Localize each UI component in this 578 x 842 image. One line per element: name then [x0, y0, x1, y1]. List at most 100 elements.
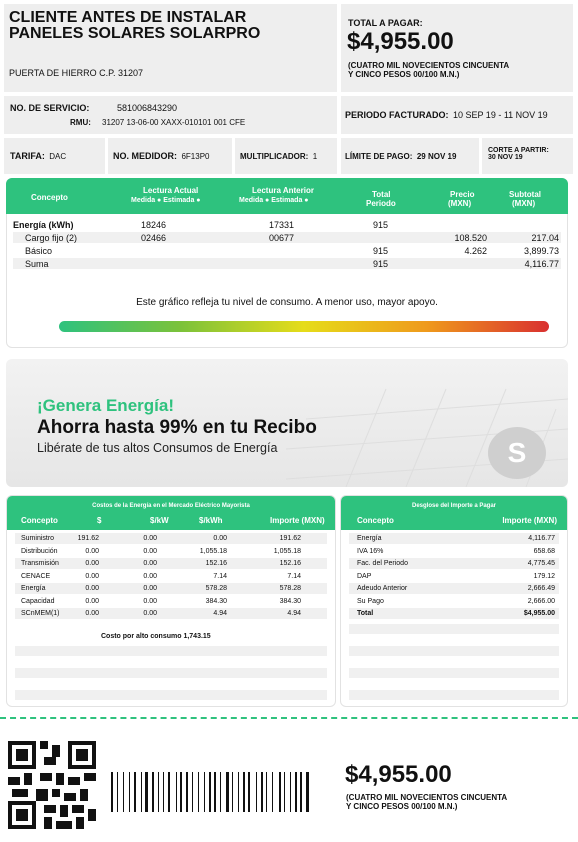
costs-cell: Distribución [21, 547, 58, 555]
breakdown-concept: Total [357, 610, 374, 617]
period-box: PERIODO FACTURADO: 10 SEP 19 - 11 NOV 19 [341, 96, 573, 134]
costs-cell: 152.16 [205, 560, 227, 567]
costs-cell: CENACE [21, 572, 51, 580]
table-row: Suministro 191.62 0.00 0.00 191.62 [15, 533, 327, 544]
col-concepto: Concepto [31, 193, 68, 202]
costs-cell: 0.00 [143, 610, 157, 617]
table-row: Su Pago 2,666.00 [349, 596, 559, 607]
breakdown-title: Desglose del Importe a Pagar [411, 503, 497, 509]
costs-cell: Capacidad [21, 597, 55, 605]
costs-cell: 0.00 [85, 560, 99, 567]
medidor-value: 6F13P0 [181, 151, 210, 161]
costs-cell: 384.30 [205, 597, 227, 605]
row-concept: Cargo fijo (2) [25, 232, 78, 243]
row-concept: Básico [25, 245, 53, 256]
breakdown-col-importe: Importe (MXN) [502, 516, 557, 525]
banner-line-2: Ahorra hasta 99% en tu Recibo [37, 417, 317, 438]
breakdown-col-concepto: Concepto [357, 516, 394, 525]
row-total: 915 [373, 258, 389, 269]
medidor-box: NO. MEDIDOR: 6F13P0 [108, 138, 232, 174]
costs-cell: 191.62 [77, 535, 99, 542]
costs-cell: 0.00 [85, 585, 99, 592]
tarifa-value: DAC [49, 151, 67, 161]
qr-code [8, 741, 96, 829]
costs-col-dollar: $ [97, 516, 102, 525]
filler-row [15, 690, 327, 700]
consumption-card: Concepto Lectura Actual Medida ● Estimad… [6, 178, 568, 348]
breakdown-card: Desglose del Importe a Pagar Concepto Im… [340, 495, 568, 707]
limit-box: LÍMITE DE PAGO: 29 NOV 19 [341, 138, 479, 174]
total-box: TOTAL A PAGAR: $4,955.00 (CUATRO MIL NOV… [341, 4, 573, 92]
col-total-2: Periodo [366, 199, 396, 208]
table-row: Energía 4,116.77 [349, 533, 559, 544]
row-subtotal: 217.04 [531, 232, 559, 243]
table-row: Cargo fijo (2) 02466 00677 108.520 217.0… [13, 232, 561, 243]
costs-cell: 4.94 [287, 610, 301, 617]
limit-value: 29 NOV 19 [416, 151, 457, 161]
costs-cell: 0.00 [213, 535, 227, 542]
costs-cell: 7.14 [287, 572, 301, 580]
consumption-header [6, 178, 568, 214]
costs-col-kw: $/kW [150, 516, 169, 525]
row-total: 915 [373, 219, 389, 230]
breakdown-concept: Energía [357, 535, 382, 542]
costs-col-importe: Importe (MXN) [270, 516, 325, 525]
rmu-label: RMU: [70, 118, 91, 127]
table-row: IVA 16% 658.68 [349, 546, 559, 557]
row-subtotal: 3,899.73 [523, 245, 559, 256]
row-subtotal: 4,116.77 [524, 258, 559, 269]
row-precio: 4.262 [464, 245, 487, 256]
table-row: DAP 179.12 [349, 571, 559, 582]
costs-cell: 0.00 [85, 597, 99, 605]
costs-cell: 1,055.18 [273, 547, 301, 555]
period-label: PERIODO FACTURADO: [345, 110, 449, 120]
costs-cell: 0.00 [143, 535, 157, 542]
table-row: Transmisión 0.00 0.00 152.16 152.16 [15, 558, 327, 569]
costs-col-kwh: $/kWh [199, 516, 223, 525]
table-row: Energía (kWh) 18246 17331 915 [7, 219, 567, 230]
client-address: PUERTA DE HIERRO C.P. 31207 [9, 68, 144, 78]
row-anterior: 17331 [269, 219, 295, 230]
limit-label: LÍMITE DE PAGO: [345, 151, 413, 161]
total-words: (CUATRO MIL NOVECIENTOS CINCUENTA [348, 61, 510, 70]
service-box: NO. DE SERVICIO: 581006843290 RMU: 31207… [4, 96, 337, 134]
footer-words: (CUATRO MIL NOVECIENTOS CINCUENTA [346, 793, 508, 802]
client-box: CLIENTE ANTES DE INSTALAR PANELES SOLARE… [4, 4, 337, 92]
row-concept: Energía (kWh) [13, 219, 74, 230]
costs-cell: 152.16 [279, 560, 301, 567]
corte-label: CORTE A PARTIR: [488, 147, 549, 154]
costs-cell: 0.00 [143, 547, 157, 555]
total-label: TOTAL A PAGAR: [348, 18, 423, 28]
costs-cell: 0.00 [143, 585, 157, 592]
table-row: Adeudo Anterior 2,666.49 [349, 583, 559, 594]
breakdown-amount: 658.68 [533, 547, 555, 555]
col-subtotal: Subtotal [509, 190, 541, 199]
breakdown-concept: Su Pago [357, 597, 384, 605]
mult-box: MULTIPLICADOR: 1 [235, 138, 337, 174]
costs-cell: Suministro [21, 535, 55, 542]
costs-cell: 1,055.18 [199, 547, 227, 555]
table-row: Capacidad 0.00 0.00 384.30 384.30 [15, 596, 327, 607]
gauge-caption: Este gráfico refleja tu nivel de consumo… [136, 297, 438, 308]
costs-cell: Energía [21, 585, 46, 592]
costs-title: Costos de la Energía en el Mercado Eléct… [92, 503, 250, 509]
corte-value: 30 NOV 19 [488, 154, 523, 161]
costs-card: Costos de la Energía en el Mercado Eléct… [6, 495, 336, 707]
high-consumption-cost: Costo por alto consumo 1,743.15 [101, 633, 211, 640]
banner-line-1: ¡Genera Energía! [37, 396, 174, 415]
col-anterior: Lectura Anterior [252, 186, 314, 195]
row-total: 915 [373, 245, 389, 256]
costs-col-concepto: Concepto [21, 516, 58, 525]
row-actual: 18246 [141, 219, 167, 230]
table-row: Distribución 0.00 0.00 1,055.18 1,055.18 [15, 546, 327, 557]
filler-row [15, 646, 327, 656]
costs-cell: 191.62 [279, 535, 301, 542]
medidor-label: NO. MEDIDOR: [113, 151, 177, 161]
client-name-2: PANELES SOLARES SOLARPRO [9, 25, 261, 42]
breakdown-concept: Adeudo Anterior [357, 585, 408, 592]
footer-amount: $4,955.00 [345, 761, 452, 788]
breakdown-concept: DAP [357, 572, 372, 580]
costs-cell: SCnMEM(1) [21, 610, 60, 617]
table-row: Básico 915 4.262 3,899.73 [13, 245, 561, 256]
filler-row [349, 690, 559, 700]
